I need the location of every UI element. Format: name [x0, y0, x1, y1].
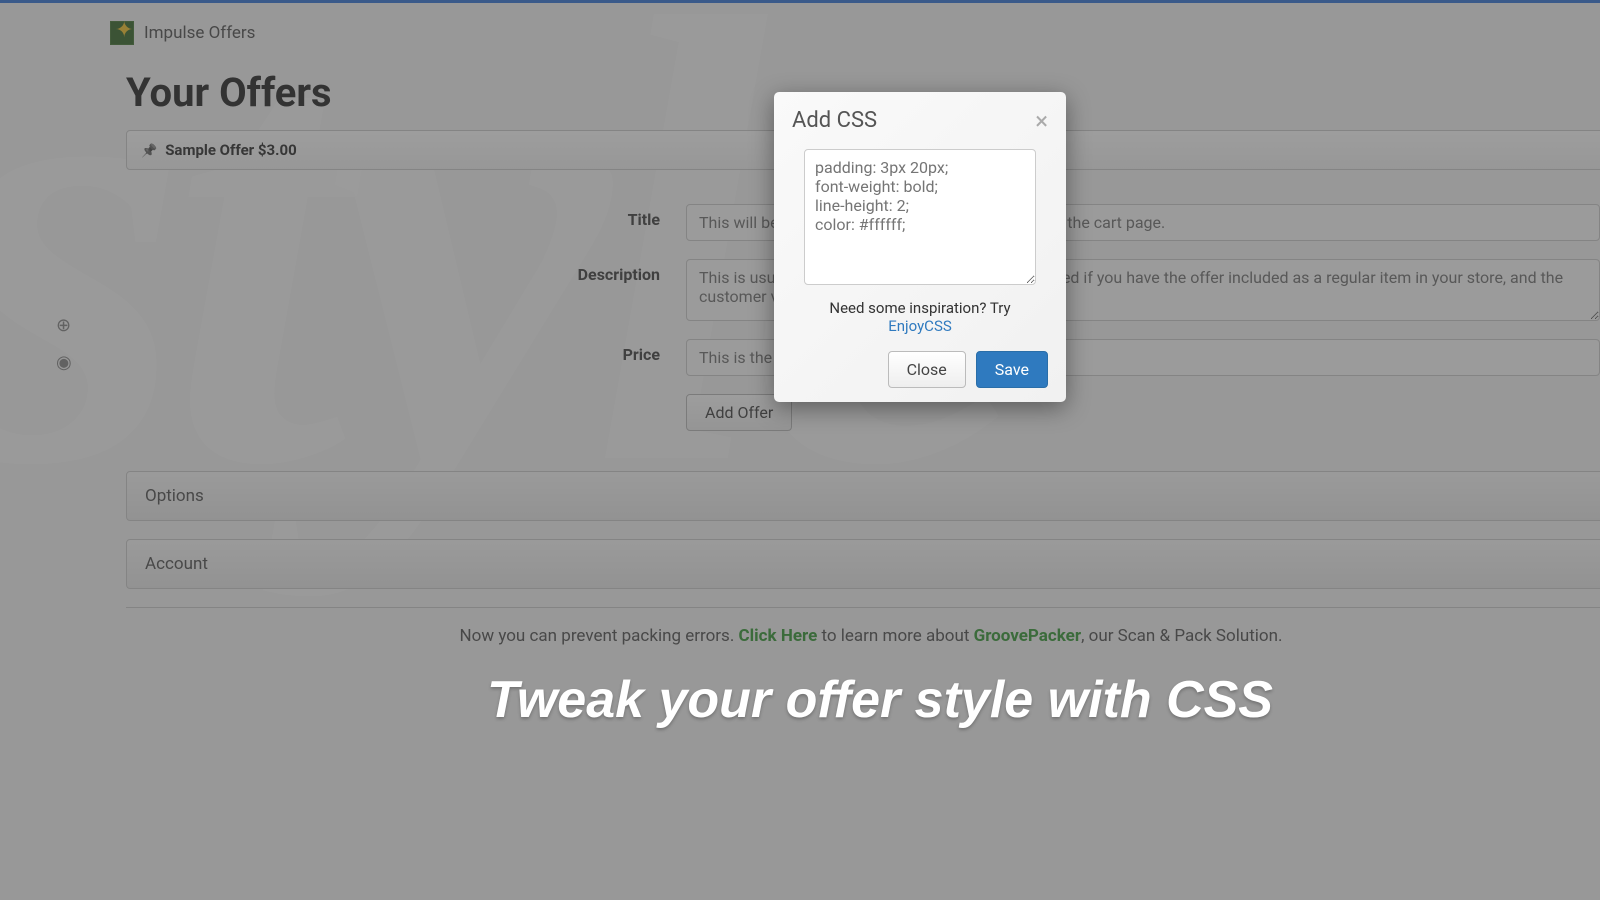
enjoycss-link[interactable]: EnjoyCSS [888, 317, 952, 335]
tagline: Tweak your offer style with CSS [0, 670, 1600, 730]
close-icon[interactable]: × [1035, 109, 1048, 133]
modal-title: Add CSS [792, 108, 877, 133]
add-css-modal: Add CSS × Need some inspiration? Try Enj… [774, 92, 1066, 402]
save-button[interactable]: Save [976, 351, 1048, 388]
modal-hint: Need some inspiration? Try EnjoyCSS [792, 299, 1048, 335]
css-input[interactable] [804, 149, 1036, 285]
close-button[interactable]: Close [888, 351, 966, 388]
